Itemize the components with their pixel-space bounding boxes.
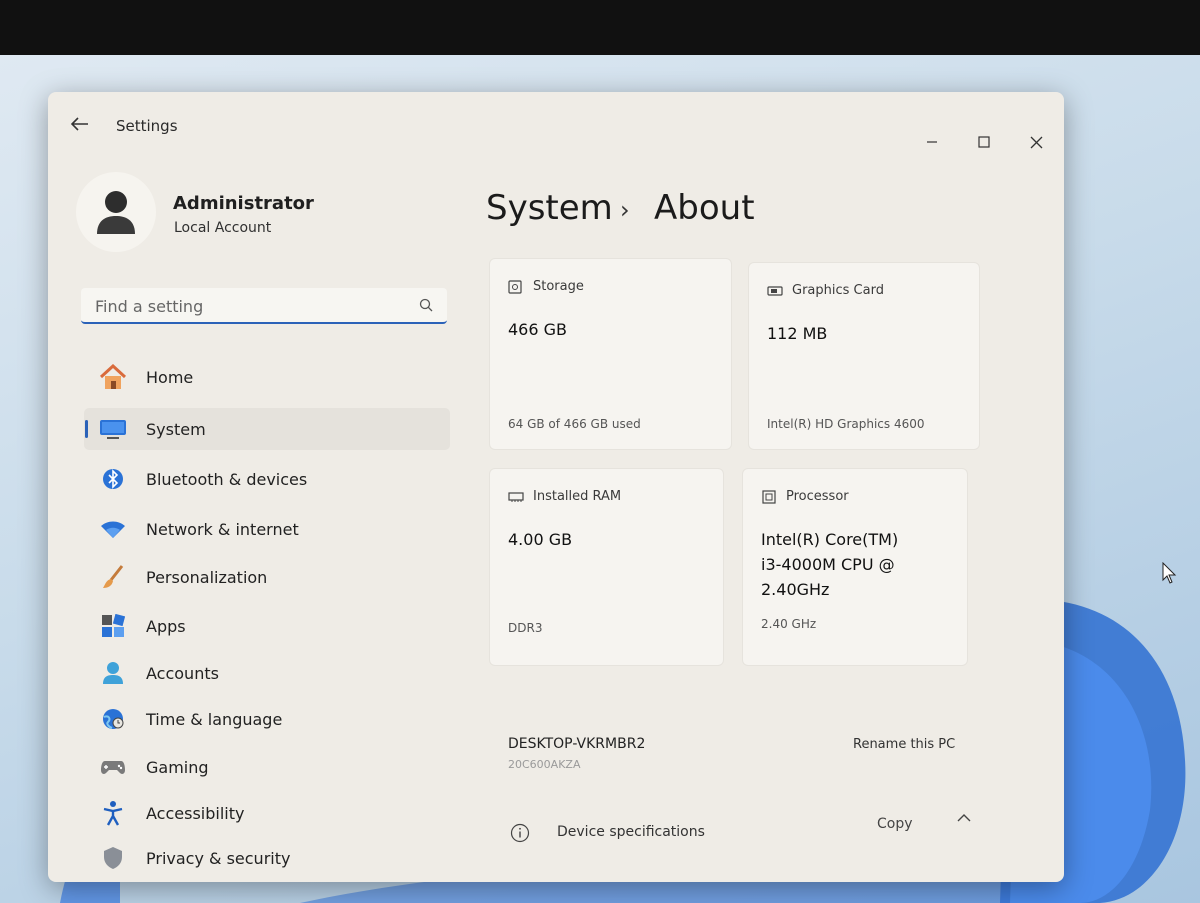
maximize-button[interactable]: [964, 128, 1004, 156]
mouse-cursor-icon: [1162, 562, 1177, 584]
selection-indicator: [85, 420, 88, 438]
breadcrumb-separator: ›: [620, 196, 630, 224]
processor-value-line: i3-4000M CPU @: [761, 555, 895, 574]
globe-clock-icon: [103, 709, 124, 729]
sidebar-item-system[interactable]: System: [84, 408, 450, 450]
device-model: 20C600AKZA: [508, 758, 581, 771]
graphics-card-icon: [767, 285, 783, 296]
sidebar-item-label: Personalization: [146, 567, 268, 587]
sidebar-item-label: System: [146, 419, 206, 439]
avatar[interactable]: [76, 172, 156, 252]
sidebar-item-label: Bluetooth & devices: [146, 469, 308, 489]
minimize-icon: [927, 141, 937, 143]
storage-value: 466 GB: [508, 320, 567, 339]
ram-label: Installed RAM: [533, 489, 622, 504]
back-button[interactable]: [66, 112, 94, 136]
sidebar-item-time-language[interactable]: Time & language: [84, 698, 450, 740]
app-title: Settings: [116, 117, 178, 135]
sidebar-item-network[interactable]: Network & internet: [84, 508, 450, 550]
user-name: Administrator: [173, 193, 314, 214]
minimize-button[interactable]: [912, 128, 952, 156]
monitor-icon: [100, 420, 126, 439]
shield-icon: [104, 847, 122, 869]
graphics-label: Graphics Card: [792, 283, 884, 298]
sidebar-item-apps[interactable]: Apps: [84, 605, 450, 647]
storage-label: Storage: [533, 279, 584, 294]
search-icon: [419, 298, 433, 312]
ram-detail: DDR3: [508, 621, 543, 635]
search-input[interactable]: [93, 294, 397, 318]
sidebar-item-personalization[interactable]: Personalization: [84, 556, 450, 598]
settings-window: Settings Administrator Local Account Fin…: [48, 92, 1064, 882]
sidebar-item-label: Home: [146, 367, 194, 387]
sidebar-item-label: Privacy & security: [146, 848, 291, 868]
sidebar-item-label: Accessibility: [146, 803, 245, 823]
device-name: DESKTOP-VKRMBR2: [508, 736, 646, 752]
processor-card[interactable]: Processor Intel(R) Core(TM) i3-4000M CPU…: [742, 468, 968, 666]
user-icon: [97, 191, 135, 234]
processor-value-line: 2.40GHz: [761, 580, 830, 599]
arrow-left-icon: [71, 117, 88, 131]
storage-card[interactable]: Storage 466 GB 64 GB of 466 GB used: [489, 258, 732, 450]
processor-value: Intel(R) Core(TM) i3-4000M CPU @ 2.40GHz: [761, 527, 898, 602]
graphics-card-card[interactable]: Graphics Card 112 MB Intel(R) HD Graphic…: [748, 262, 980, 450]
copy-button[interactable]: Copy: [877, 816, 913, 832]
apps-icon: [102, 614, 125, 637]
processor-value-line: Intel(R) Core(TM): [761, 530, 899, 549]
processor-detail: 2.40 GHz: [761, 617, 817, 631]
breadcrumb-parent[interactable]: System: [486, 188, 613, 228]
accessibility-icon: [103, 801, 123, 826]
ram-card[interactable]: Installed RAM 4.00 GB DDR3: [489, 468, 724, 666]
sidebar-item-bluetooth[interactable]: Bluetooth & devices: [84, 458, 450, 500]
sidebar-item-privacy[interactable]: Privacy & security: [84, 837, 450, 879]
wifi-icon: [101, 521, 125, 538]
home-icon: [99, 364, 127, 389]
brush-icon: [103, 565, 124, 588]
page-title: About: [654, 188, 755, 228]
storage-detail: 64 GB of 466 GB used: [508, 417, 641, 431]
close-button[interactable]: [1016, 128, 1056, 156]
processor-label: Processor: [786, 489, 849, 504]
gamepad-icon: [101, 761, 125, 774]
graphics-value: 112 MB: [767, 324, 828, 343]
search-box[interactable]: [81, 288, 447, 324]
storage-icon: [508, 279, 522, 294]
close-icon: [1030, 136, 1042, 148]
maximize-icon: [978, 136, 990, 148]
sidebar-item-accounts[interactable]: Accounts: [84, 652, 450, 694]
sidebar-item-label: Network & internet: [146, 519, 299, 539]
device-specifications-header[interactable]: Device specifications: [557, 824, 705, 840]
chevron-up-icon[interactable]: [956, 812, 972, 824]
sidebar-item-accessibility[interactable]: Accessibility: [84, 792, 450, 834]
sidebar-item-gaming[interactable]: Gaming: [84, 746, 450, 788]
sidebar-item-label: Time & language: [146, 709, 283, 729]
bluetooth-icon: [103, 469, 123, 489]
sidebar-item-label: Gaming: [146, 757, 209, 777]
graphics-detail: Intel(R) HD Graphics 4600: [767, 417, 925, 431]
sidebar-item-label: Apps: [146, 616, 186, 636]
info-icon: [510, 823, 530, 843]
rename-pc-button[interactable]: Rename this PC: [853, 737, 955, 752]
account-type: Local Account: [174, 220, 272, 236]
ram-value: 4.00 GB: [508, 530, 573, 549]
account-icon: [103, 662, 123, 684]
processor-icon: [762, 489, 776, 504]
memory-icon: [508, 491, 524, 502]
sidebar-item-home[interactable]: Home: [84, 356, 450, 398]
sidebar-item-label: Accounts: [146, 663, 219, 683]
